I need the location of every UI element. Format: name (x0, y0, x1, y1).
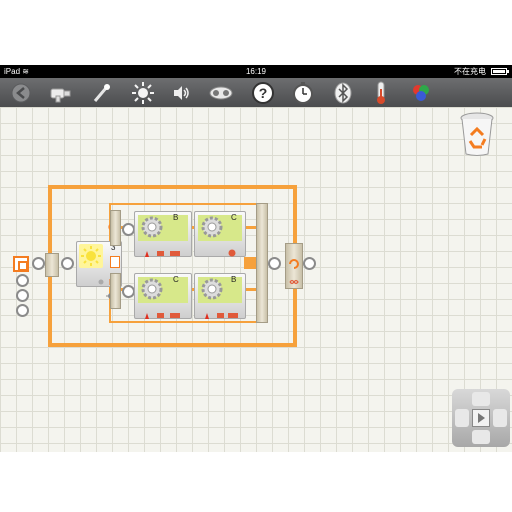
charging-status: 不在充电 (454, 67, 486, 76)
battery-icon (491, 68, 509, 75)
motor-block-top-2[interactable]: C (194, 211, 246, 257)
motor-port-label: C (231, 213, 237, 222)
top-branch-start-cap[interactable] (110, 210, 121, 246)
loop-frame-bottom (48, 343, 297, 347)
gear-icon (200, 277, 224, 301)
motor-block-bottom-1[interactable]: C (134, 273, 192, 319)
nav-right-button[interactable] (493, 409, 507, 427)
status-bar: iPad ≋ 16:19 不在充电 (0, 65, 512, 78)
thermometer-icon[interactable] (368, 80, 394, 106)
help-icon[interactable]: ? (250, 80, 276, 106)
nav-down-button[interactable] (472, 430, 490, 444)
motor-block-top-1[interactable]: B (134, 211, 192, 257)
nav-up-button[interactable] (472, 392, 490, 406)
bluetooth-icon[interactable] (330, 80, 356, 106)
motor-settings-icons (203, 306, 239, 319)
bottom-branch-start-cap[interactable] (110, 273, 121, 309)
motor-settings-icons (143, 306, 183, 319)
motor-port-label: B (173, 213, 179, 222)
motor-settings-icons (143, 244, 183, 257)
switch-end-cap[interactable] (256, 203, 268, 323)
color-sensor-icon[interactable] (408, 80, 434, 106)
block-palette-toolbar: ? (0, 78, 512, 108)
trash-icon[interactable] (458, 111, 496, 157)
start-port-1[interactable] (16, 274, 29, 287)
nav-left-button[interactable] (455, 409, 469, 427)
switch-output-port[interactable] (268, 257, 281, 270)
loop-output-port[interactable] (303, 257, 316, 270)
status-time: 16:19 (245, 67, 267, 76)
stop-icon (227, 244, 237, 257)
play-icon[interactable] (472, 409, 490, 427)
start-block[interactable] (13, 256, 29, 272)
navigation-pad[interactable] (452, 389, 510, 447)
switch-light-icon (79, 244, 103, 268)
touch-sensor-icon[interactable] (88, 80, 114, 106)
ultrasonic-sensor-icon[interactable] (208, 80, 234, 106)
start-port-2[interactable] (16, 289, 29, 302)
gear-icon (140, 277, 164, 301)
switch-frame-bottom (109, 321, 263, 323)
motor-block-icon[interactable] (48, 80, 74, 106)
timer-icon[interactable] (290, 80, 316, 106)
motor-port-label: C (173, 275, 179, 284)
motor-block-bottom-2[interactable]: B (194, 273, 246, 319)
switch-frame-top (109, 203, 263, 205)
loop-end-block[interactable] (285, 243, 303, 289)
infinity-icon (289, 272, 299, 285)
loop-icon (288, 256, 300, 269)
sound-sensor-icon[interactable] (168, 80, 194, 106)
loop-entry-cap[interactable] (45, 253, 59, 277)
light-sensor-icon[interactable] (130, 80, 156, 106)
programming-canvas[interactable]: 3 B C C B (0, 107, 512, 452)
back-icon[interactable] (8, 80, 34, 106)
gear-icon (140, 215, 164, 239)
sun-small-icon (97, 273, 105, 285)
switch-compare-icon (110, 256, 120, 268)
gear-icon (200, 215, 224, 239)
loop-input-port[interactable] (61, 257, 74, 270)
svg-text:?: ? (259, 85, 268, 101)
start-port-3[interactable] (16, 304, 29, 317)
start-output-port[interactable] (32, 257, 45, 270)
motor-port-label: B (231, 275, 237, 284)
loop-frame-top (48, 185, 297, 189)
